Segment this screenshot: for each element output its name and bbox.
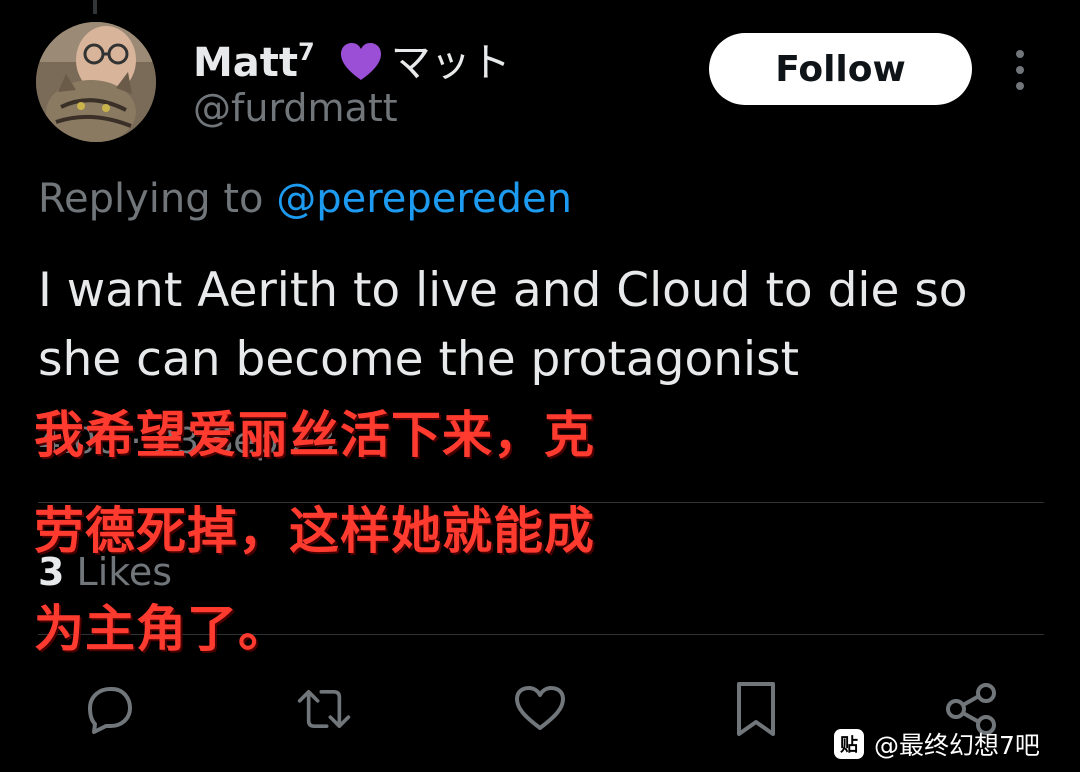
- tieba-logo-icon: 贴: [834, 729, 864, 759]
- like-icon[interactable]: [512, 680, 568, 738]
- overlay-caption-line-1: 我希望爱丽丝活下来，克: [34, 406, 595, 464]
- author-handle[interactable]: @furdmatt: [193, 84, 398, 132]
- bookmark-icon[interactable]: [728, 680, 784, 738]
- thread-connector-line: [93, 0, 97, 14]
- overlay-caption-line-2: 劳德死掉，这样她就能成: [34, 502, 595, 560]
- reply-target-link[interactable]: @perepereden: [276, 176, 572, 222]
- avatar[interactable]: [36, 22, 156, 142]
- overlay-caption-line-3: 为主角了。: [34, 600, 289, 658]
- replying-prefix: Replying to: [38, 176, 277, 222]
- replying-to-line: Replying to @perepereden: [38, 174, 572, 224]
- author-name-superscript: 7: [298, 38, 315, 66]
- retweet-icon[interactable]: [296, 680, 352, 738]
- tieba-watermark: 贴 @最终幻想7吧: [834, 726, 1040, 762]
- reply-icon[interactable]: [80, 680, 136, 738]
- author-name-katakana: マット: [390, 40, 511, 86]
- author-name-text: Matt: [193, 40, 299, 86]
- tweet-body: I want Aerith to live and Cloud to die s…: [38, 263, 968, 387]
- follow-button[interactable]: Follow: [709, 33, 972, 105]
- more-options-icon[interactable]: [1007, 50, 1033, 90]
- watermark-text: @最终幻想7吧: [874, 731, 1040, 760]
- avatar-photo: [36, 22, 156, 142]
